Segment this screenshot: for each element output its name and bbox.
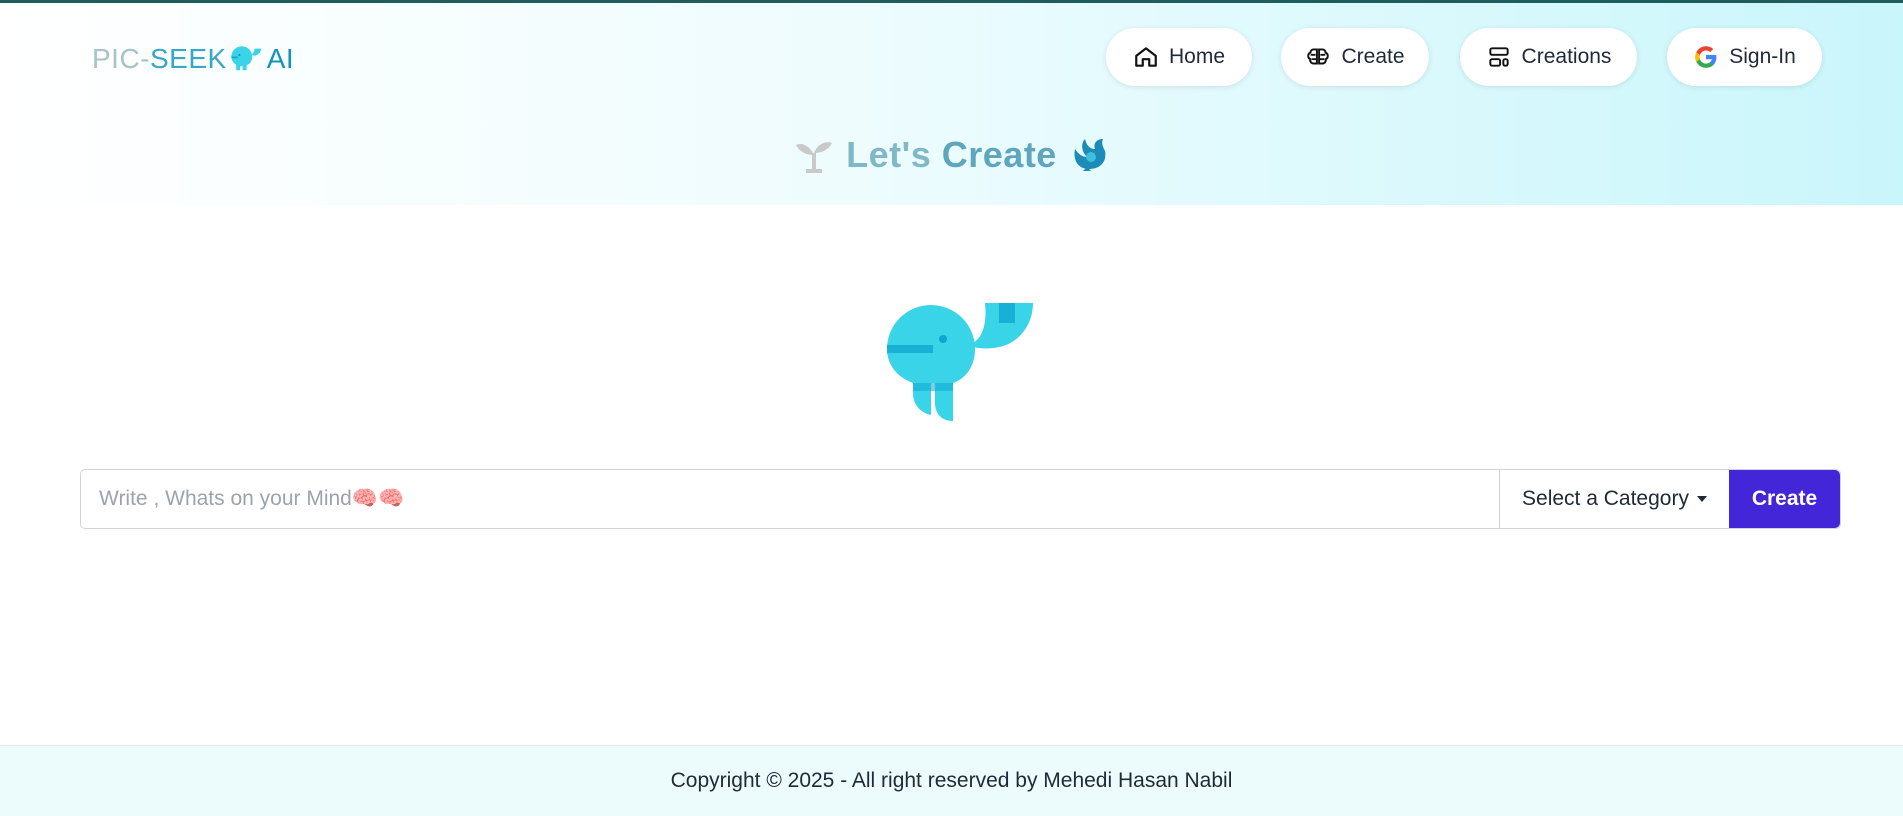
home-icon [1135,47,1157,67]
nav-creations-label: Creations [1521,45,1612,68]
header: PIC- SEEK AI Home Create Creations Sign-… [0,3,1903,205]
google-icon [1695,46,1717,68]
create-button[interactable]: Create [1729,470,1840,528]
nav-creations-button[interactable]: Creations [1460,28,1637,86]
brand-text-ai: AI [266,43,295,74]
page-title: Let's Create [0,134,1903,176]
sprout-icon [796,142,833,173]
nav-signin-button[interactable]: Sign-In [1667,28,1822,86]
brain-icon [1307,48,1330,65]
brand-text-pic: PIC- [92,43,150,74]
footer: Copyright © 2025 - All right reserved by… [0,745,1903,816]
prompt-bar: Select a Category Create [80,469,1841,529]
prompt-input[interactable] [81,470,1499,528]
nav-signin-label: Sign-In [1729,45,1796,68]
brand-text-seek: SEEK [150,43,227,74]
page-title-text: Let's Create [846,134,1057,176]
nav-create-button[interactable]: Create [1281,28,1429,86]
bird-icon [1074,139,1106,171]
layout-icon [1488,47,1509,67]
page-title-part2: Create [941,134,1057,175]
page-title-part1: Let's [846,134,932,175]
whale-icon [231,46,261,71]
nav-create-label: Create [1341,45,1405,68]
category-dropdown[interactable]: Select a Category [1499,470,1729,528]
brand-logo[interactable]: PIC- SEEK AI [92,43,294,75]
caret-down-icon [1696,496,1707,502]
nav-home-label: Home [1168,45,1226,68]
copyright-text: Copyright © 2025 - All right reserved by… [670,769,1233,792]
category-selected-label: Select a Category [1522,487,1689,510]
nav-home-button[interactable]: Home [1106,28,1252,86]
whale-mascot-icon [887,303,1033,421]
